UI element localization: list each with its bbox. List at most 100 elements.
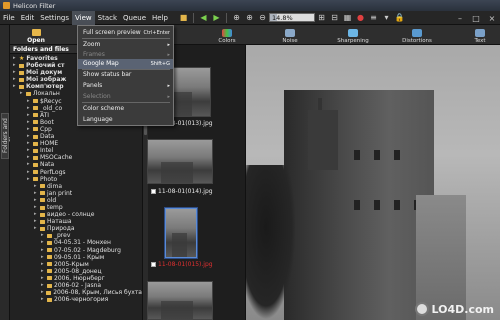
expand-icon[interactable]: ▸ [41, 268, 46, 275]
folder-tree-item[interactable]: ▸ Cpp [10, 126, 142, 133]
expand-icon[interactable]: ▸ [34, 183, 39, 190]
minimize-icon[interactable]: – [452, 11, 468, 25]
folder-tree-item[interactable]: ▸ 2006-08, Крым, Лисья бухта [10, 289, 142, 296]
tool-text[interactable]: Text [455, 25, 500, 45]
tool-sharpening[interactable]: Sharpening [328, 25, 378, 45]
tool-distortions[interactable]: Distortions [392, 25, 442, 45]
expand-icon[interactable]: ▸ [41, 275, 46, 282]
maximize-icon[interactable]: □ [468, 11, 484, 25]
list-icon[interactable]: ≡ [368, 12, 379, 23]
view-menu-item[interactable]: Zoom ▸ [78, 40, 173, 50]
expand-icon[interactable]: ▸ [27, 140, 32, 147]
expand-icon[interactable]: ▸ [27, 98, 32, 105]
folder-tree-item[interactable]: ▸ Intel [10, 147, 142, 154]
folder-tree-item[interactable]: ▸ _prev [10, 232, 142, 239]
expand-icon[interactable]: ▸ [27, 126, 32, 133]
menu-edit[interactable]: Edit [18, 11, 38, 25]
expand-icon[interactable]: ▸ [34, 190, 39, 197]
view-menu-item[interactable]: Panels ▸ [78, 81, 173, 91]
thumbnail-checkbox[interactable] [151, 262, 156, 267]
thumbnail-image-selected[interactable] [165, 208, 197, 258]
folder-tree-item[interactable]: ▸ old [10, 197, 142, 204]
folder-tree-item[interactable]: ▸ temp [10, 204, 142, 211]
expand-icon[interactable]: ▸ [13, 69, 18, 76]
expand-icon[interactable]: ▸ [27, 133, 32, 140]
expand-icon[interactable]: ▸ [41, 254, 46, 261]
expand-icon[interactable]: ▸ [20, 90, 25, 97]
expand-icon[interactable]: ▸ [27, 161, 32, 168]
thumbnail-label[interactable]: 11-08-01(014).jpg [151, 188, 213, 195]
map-pin-icon[interactable]: ● [355, 12, 366, 23]
expand-icon[interactable]: ▸ [41, 282, 46, 289]
folder-tree-item[interactable]: ▸ 2005-Крым [10, 261, 142, 268]
folder-tree-item[interactable]: ▸ 2006, Нюрнберг [10, 275, 142, 282]
zoom-value-field[interactable]: 14.8% [268, 13, 315, 22]
view-menu-item[interactable]: Show status bar [78, 70, 173, 80]
zoom-fit-icon[interactable]: ⊕ [231, 12, 242, 23]
expand-icon[interactable]: ▸ [27, 176, 32, 183]
folder-tree-item[interactable]: ▸ 2005-08_донец [10, 268, 142, 275]
view-menu-item[interactable]: Google Map Shift+G [78, 59, 173, 69]
folder-tree-item[interactable]: ▸ 2006-02 - Jasna [10, 282, 142, 289]
zoom-in-icon[interactable]: ⊕ [244, 12, 255, 23]
folder-tree-item[interactable]: ▸ 07-05.02 - Magdeburg [10, 247, 142, 254]
expand-icon[interactable]: ▸ [13, 62, 18, 69]
expand-icon[interactable]: ▸ [27, 112, 32, 119]
thumbnail-image[interactable] [147, 281, 213, 320]
view-menu-item[interactable]: Full screen preview Ctrl+Enter [78, 28, 173, 38]
dropdown-icon[interactable]: ▾ [381, 12, 392, 23]
tool-colors[interactable]: Colors [202, 25, 252, 45]
folder-tree-item[interactable]: ▸ jan print [10, 190, 142, 197]
fit-icon[interactable]: ⊟ [329, 12, 340, 23]
open-button[interactable]: Open [17, 25, 55, 45]
expand-icon[interactable]: ▸ [27, 105, 32, 112]
expand-icon[interactable]: ▸ [41, 261, 46, 268]
expand-icon[interactable]: ▸ [34, 218, 39, 225]
expand-icon[interactable]: ▸ [27, 169, 32, 176]
expand-icon[interactable]: ▸ [34, 197, 39, 204]
expand-icon[interactable]: ▸ [41, 289, 45, 296]
folder-tree-item[interactable]: ▸ MSOCache [10, 154, 142, 161]
folder-tree-item[interactable]: ▸ Природа [10, 225, 142, 232]
folder-tree-item[interactable]: ▸ 09-05.01 - Крым [10, 254, 142, 261]
folder-tree-item[interactable]: ▸ Data [10, 133, 142, 140]
zoom-100-icon[interactable]: ⊞ [316, 12, 327, 23]
expand-icon[interactable]: ▸ [13, 76, 18, 83]
expand-icon[interactable]: ▸ [27, 154, 32, 161]
grid-icon[interactable]: ▦ [342, 12, 353, 23]
expand-icon[interactable]: ▸ [41, 247, 46, 254]
folder-tree-item[interactable]: ▸ 04-05.31 - Монхен [10, 239, 142, 246]
expand-icon[interactable]: ▸ [27, 119, 32, 126]
menu-view[interactable]: View [72, 10, 95, 25]
expand-icon[interactable]: ▸ [27, 147, 32, 154]
menu-stack[interactable]: Stack [95, 11, 120, 25]
expand-icon[interactable]: ▸ [13, 55, 18, 62]
expand-icon[interactable]: ▸ [34, 204, 39, 211]
lock-icon[interactable]: 🔒 [394, 12, 405, 23]
view-menu-item[interactable]: Color scheme [78, 104, 173, 114]
close-icon[interactable]: × [484, 11, 500, 25]
thumbnail-checkbox[interactable] [151, 189, 156, 194]
thumbnail-label-selected[interactable]: 11-08-01(015).jpg [151, 261, 213, 268]
folder-tree-item[interactable]: ▸ Наташа [10, 218, 142, 225]
expand-icon[interactable]: ▸ [41, 232, 46, 239]
menu-help[interactable]: Help [149, 11, 171, 25]
expand-icon[interactable]: ▸ [34, 211, 39, 218]
view-menu-item[interactable]: Language [78, 115, 173, 125]
expand-icon[interactable]: ▸ [34, 225, 39, 232]
image-preview[interactable]: LO4D.com [246, 45, 500, 320]
folder-tree-item[interactable]: ▸ Photo [10, 176, 142, 183]
tool-noise[interactable]: Noise [265, 25, 315, 45]
expand-icon[interactable]: ▸ [41, 296, 46, 303]
expand-icon[interactable]: ▸ [41, 239, 46, 246]
menu-file[interactable]: File [0, 11, 18, 25]
folder-tree-item[interactable]: ▸ видео - солнце [10, 211, 142, 218]
folder-tree-item[interactable]: ▸ PerfLogs [10, 169, 142, 176]
folder-tree-item[interactable]: ▸ HOME [10, 140, 142, 147]
folder-tree-item[interactable]: ▸ dima [10, 183, 142, 190]
expand-icon[interactable]: ▸ [13, 83, 18, 90]
menu-queue[interactable]: Queue [120, 11, 149, 25]
zoom-out-icon[interactable]: ⊖ [257, 12, 268, 23]
thumbnail-image[interactable] [147, 139, 213, 184]
folder-tree-item[interactable]: ▸ 2006-черногория [10, 296, 142, 303]
